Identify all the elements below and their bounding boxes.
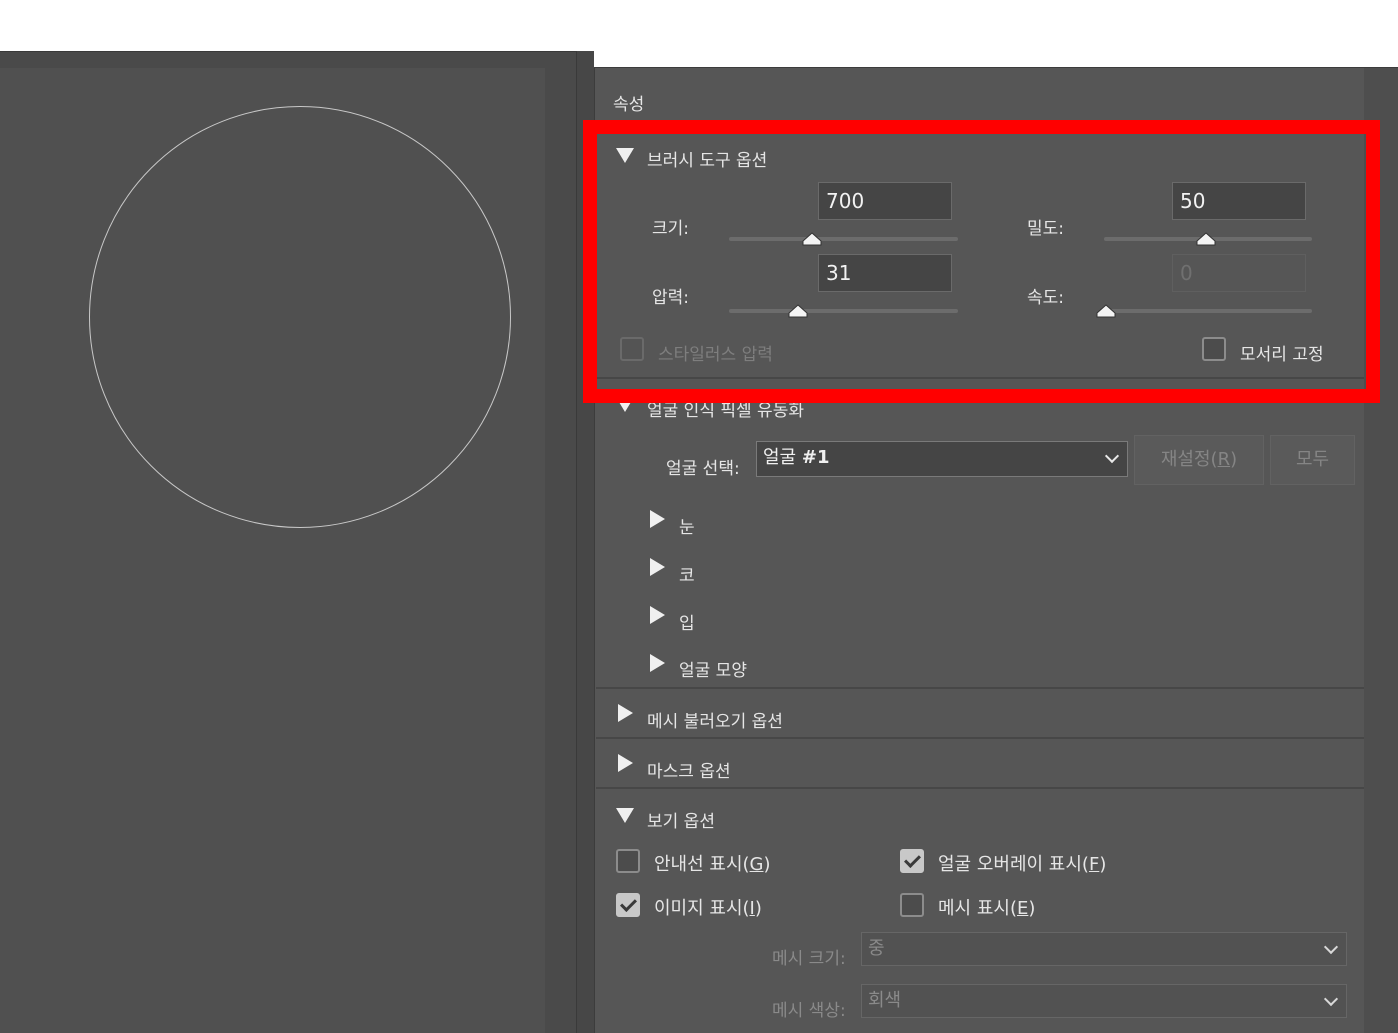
show-mesh-text: 메시 표시( bbox=[938, 898, 1017, 919]
density-input[interactable]: 50 bbox=[1172, 182, 1306, 220]
mesh-size-label: 메시 크기: bbox=[772, 949, 846, 969]
pressure-input[interactable]: 31 bbox=[818, 254, 952, 292]
show-image-close: ) bbox=[754, 898, 762, 919]
show-guides-text: 안내선 표시( bbox=[654, 854, 750, 875]
chevron-down-icon bbox=[1104, 448, 1120, 464]
rate-slider-track[interactable] bbox=[1104, 309, 1312, 313]
pressure-slider-thumb[interactable] bbox=[788, 304, 808, 318]
face-overlay-label[interactable]: 얼굴 오버레이 표시(F) bbox=[938, 850, 1106, 876]
mesh-color-dropdown: 회색 bbox=[861, 984, 1347, 1018]
size-slider-track[interactable] bbox=[729, 237, 958, 241]
reset-close: ) bbox=[1230, 449, 1238, 470]
density-slider-thumb[interactable] bbox=[1196, 232, 1216, 246]
reset-shortcut: R bbox=[1217, 449, 1231, 470]
brush-cursor-circle bbox=[89, 106, 511, 528]
show-mesh-checkbox[interactable] bbox=[900, 893, 924, 917]
stylus-pressure-checkbox bbox=[620, 337, 644, 361]
rate-label: 속도: bbox=[1027, 288, 1065, 308]
show-guides-key: G bbox=[749, 854, 764, 875]
face-select-label: 얼굴 선택: bbox=[666, 459, 740, 479]
expand-triangle-icon[interactable] bbox=[618, 704, 633, 722]
show-image-label[interactable]: 이미지 표시(I) bbox=[654, 894, 762, 920]
show-guides-checkbox[interactable] bbox=[616, 849, 640, 873]
group-nose[interactable]: 코 bbox=[679, 561, 695, 586]
face-overlay-close: ) bbox=[1099, 854, 1107, 875]
show-guides-close: ) bbox=[763, 854, 771, 875]
rate-slider-thumb[interactable] bbox=[1096, 304, 1116, 318]
collapse-triangle-icon[interactable] bbox=[616, 397, 634, 412]
mesh-color-value: 회색 bbox=[868, 990, 902, 1011]
chevron-down-icon bbox=[1323, 991, 1339, 1007]
group-eyes[interactable]: 눈 bbox=[679, 513, 695, 538]
divider bbox=[596, 687, 1364, 689]
group-mouth[interactable]: 입 bbox=[679, 609, 695, 634]
show-image-checkbox[interactable] bbox=[616, 893, 640, 917]
expand-triangle-icon[interactable] bbox=[650, 654, 665, 672]
expand-triangle-icon[interactable] bbox=[650, 510, 665, 528]
section-view-header[interactable]: 보기 옵션 bbox=[647, 807, 715, 832]
mesh-color-label: 메시 색상: bbox=[772, 1001, 846, 1021]
density-label: 밀도: bbox=[1027, 219, 1065, 239]
mesh-size-dropdown: 중 bbox=[861, 932, 1347, 966]
reset-button: 재설정(R) bbox=[1134, 435, 1264, 485]
pressure-label: 압력: bbox=[652, 288, 690, 308]
collapse-triangle-icon[interactable] bbox=[616, 148, 634, 163]
panel-title: 속성 bbox=[613, 95, 645, 115]
section-mesh-load-header[interactable]: 메시 불러오기 옵션 bbox=[647, 707, 783, 732]
pin-edges-label[interactable]: 모서리 고정 bbox=[1240, 340, 1324, 365]
size-slider-thumb[interactable] bbox=[802, 232, 822, 246]
all-button: 모두 bbox=[1270, 435, 1355, 485]
expand-triangle-icon[interactable] bbox=[618, 754, 633, 772]
divider bbox=[596, 377, 1364, 379]
face-overlay-text: 얼굴 오버레이 표시( bbox=[938, 854, 1089, 875]
chevron-down-icon bbox=[1323, 939, 1339, 955]
collapse-triangle-icon[interactable] bbox=[616, 808, 634, 823]
panel-scrollbar-track[interactable] bbox=[1364, 68, 1398, 1033]
mesh-size-value: 중 bbox=[868, 938, 885, 959]
section-mask-header[interactable]: 마스크 옵션 bbox=[647, 757, 731, 782]
face-select-number: #1 bbox=[801, 447, 830, 468]
face-overlay-key: F bbox=[1088, 854, 1100, 875]
show-image-text: 이미지 표시( bbox=[654, 898, 750, 919]
size-label: 크기: bbox=[652, 219, 690, 239]
show-guides-label[interactable]: 안내선 표시(G) bbox=[654, 850, 771, 876]
panel-gap bbox=[577, 51, 594, 1033]
expand-triangle-icon[interactable] bbox=[650, 558, 665, 576]
show-mesh-label[interactable]: 메시 표시(E) bbox=[938, 894, 1035, 920]
stylus-pressure-label: 스타일러스 압력 bbox=[658, 345, 773, 365]
divider bbox=[596, 787, 1364, 789]
section-face-liquify-header[interactable]: 얼굴 인식 픽셀 유동화 bbox=[647, 396, 804, 421]
size-input[interactable]: 700 bbox=[818, 182, 952, 220]
face-overlay-checkbox[interactable] bbox=[900, 849, 924, 873]
pressure-slider-track[interactable] bbox=[729, 309, 958, 313]
section-brush-options-header[interactable]: 브러시 도구 옵션 bbox=[647, 146, 767, 171]
rate-input: 0 bbox=[1172, 254, 1306, 292]
pin-edges-checkbox[interactable] bbox=[1202, 337, 1226, 361]
expand-triangle-icon[interactable] bbox=[650, 606, 665, 624]
group-face-shape[interactable]: 얼굴 모양 bbox=[679, 656, 747, 681]
show-mesh-close: ) bbox=[1028, 898, 1036, 919]
reset-label: 재설정( bbox=[1160, 449, 1218, 470]
show-mesh-key: E bbox=[1016, 898, 1029, 919]
divider bbox=[596, 737, 1364, 739]
face-select-value: 얼굴 bbox=[763, 447, 797, 468]
face-select-dropdown[interactable]: 얼굴 #1 bbox=[756, 441, 1128, 477]
